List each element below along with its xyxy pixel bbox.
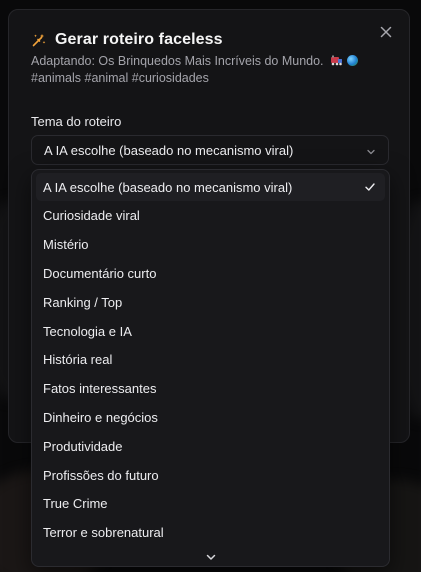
theme-option-label: Documentário curto bbox=[43, 265, 157, 281]
theme-option[interactable]: Produtividade bbox=[36, 432, 385, 460]
theme-select-value: A IA escolhe (baseado no mecanismo viral… bbox=[44, 142, 294, 158]
theme-option-label: True Crime bbox=[43, 496, 108, 512]
theme-option[interactable]: Curiosidade viral bbox=[36, 202, 385, 230]
theme-option[interactable]: Terror e sobrenatural bbox=[36, 519, 385, 547]
theme-option-label: Profissões do futuro bbox=[43, 467, 159, 483]
dialog-header: Gerar roteiro faceless bbox=[31, 31, 223, 49]
theme-option-label: História real bbox=[43, 352, 113, 368]
theme-option-label: A IA escolhe (baseado no mecanismo viral… bbox=[43, 179, 293, 195]
theme-select[interactable]: A IA escolhe (baseado no mecanismo viral… bbox=[31, 135, 389, 165]
theme-option[interactable]: Documentário curto bbox=[36, 259, 385, 287]
theme-option[interactable]: Ranking / Top bbox=[36, 288, 385, 316]
subtitle-hashtags: #animals #animal #curiosidades bbox=[31, 71, 209, 85]
check-icon bbox=[364, 181, 376, 193]
theme-option-label: Dinheiro e negócios bbox=[43, 409, 158, 425]
dialog-subtitle: Adaptando: Os Brinquedos Mais Incríveis … bbox=[31, 53, 393, 87]
theme-option[interactable]: Profissões do futuro bbox=[36, 461, 385, 489]
theme-option-label: Mistério bbox=[43, 237, 89, 253]
theme-dropdown-list: A IA escolhe (baseado no mecanismo viral… bbox=[31, 169, 390, 567]
theme-option[interactable]: Tecnologia e IA bbox=[36, 317, 385, 345]
close-icon[interactable] bbox=[377, 23, 395, 41]
chevron-down-icon[interactable] bbox=[205, 550, 217, 562]
theme-option[interactable]: True Crime bbox=[36, 490, 385, 518]
theme-option-label: Ranking / Top bbox=[43, 294, 123, 310]
theme-option[interactable]: Fatos interessantes bbox=[36, 375, 385, 403]
theme-option[interactable]: História real bbox=[36, 346, 385, 374]
theme-option[interactable]: A IA escolhe (baseado no mecanismo viral… bbox=[36, 173, 385, 201]
theme-option-label: Curiosidade viral bbox=[43, 208, 140, 224]
theme-option[interactable]: Dinheiro e negócios bbox=[36, 403, 385, 431]
train-emoji-icon bbox=[330, 54, 343, 66]
globe-emoji-icon bbox=[346, 55, 358, 66]
dialog-title: Gerar roteiro faceless bbox=[55, 31, 223, 48]
theme-option-label: Terror e sobrenatural bbox=[43, 525, 164, 541]
theme-option-label: Produtividade bbox=[43, 438, 123, 454]
theme-option-label: Tecnologia e IA bbox=[43, 323, 132, 339]
magic-wand-icon bbox=[31, 32, 47, 48]
theme-option[interactable]: Mistério bbox=[36, 231, 385, 259]
theme-field-label: Tema do roteiro bbox=[31, 114, 122, 129]
subtitle-source-title: Adaptando: Os Brinquedos Mais Incríveis … bbox=[31, 54, 324, 68]
chevron-down-icon bbox=[366, 145, 376, 155]
theme-option-label: Fatos interessantes bbox=[43, 381, 157, 397]
